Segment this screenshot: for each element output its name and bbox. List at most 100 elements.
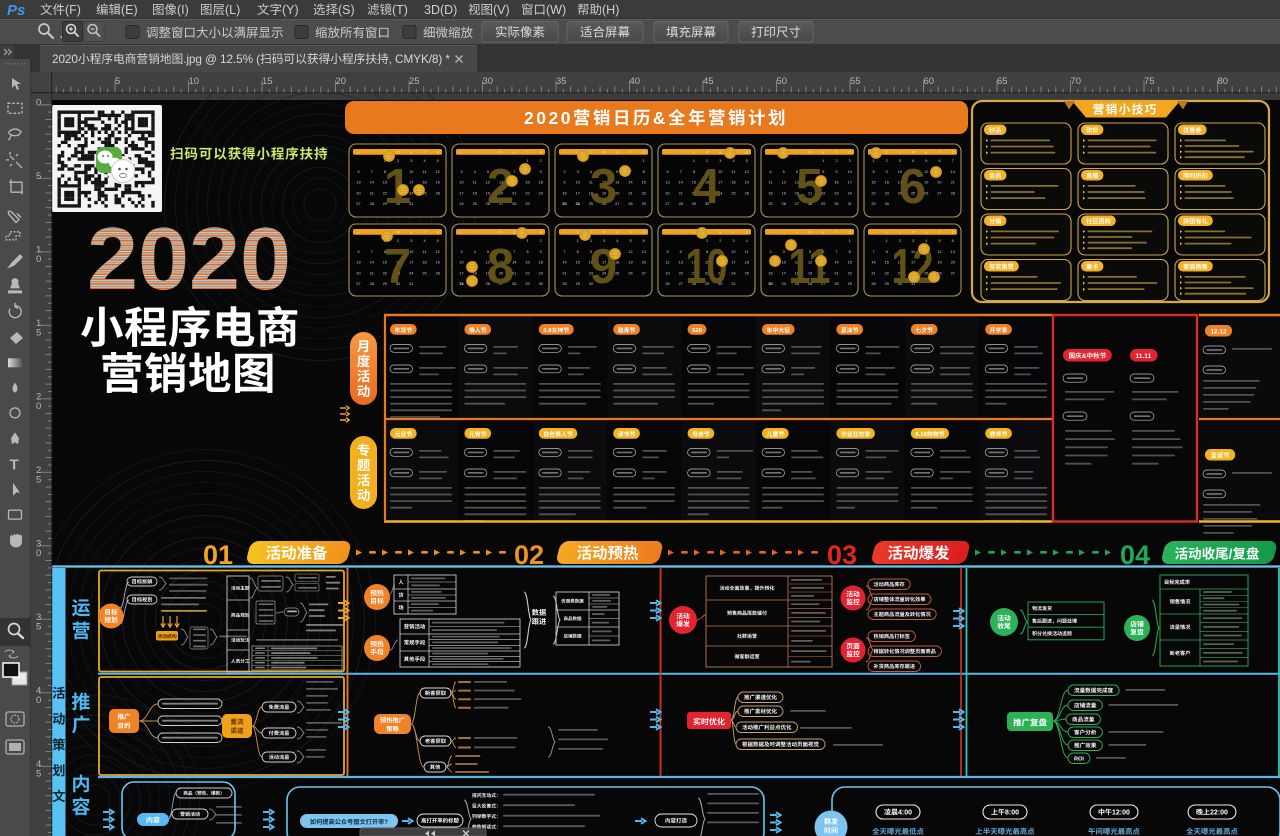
svg-text:5: 5: [796, 160, 823, 214]
svg-text:9: 9: [590, 240, 617, 294]
svg-text:3: 3: [783, 250, 785, 254]
svg-text:9: 9: [886, 170, 888, 174]
svg-text:22: 22: [576, 271, 580, 275]
svg-text:3: 3: [460, 250, 462, 254]
svg-text:26: 26: [665, 282, 669, 286]
svg-text:21: 21: [679, 191, 683, 195]
svg-text:11: 11: [473, 181, 477, 185]
svg-text:18: 18: [422, 261, 426, 265]
svg-text:(V): (V): [493, 3, 510, 17]
svg-text:19: 19: [745, 181, 749, 185]
svg-text:2020: 2020: [524, 108, 573, 128]
svg-text:25: 25: [409, 76, 420, 87]
svg-text:17: 17: [848, 181, 852, 185]
svg-text:2: 2: [540, 159, 542, 163]
svg-text:19: 19: [782, 191, 786, 195]
svg-text:27: 27: [937, 191, 941, 195]
svg-text:30: 30: [768, 282, 772, 286]
svg-text:29: 29: [576, 282, 580, 286]
svg-text:(W): (W): [546, 3, 566, 17]
svg-text:30: 30: [539, 282, 543, 286]
svg-text:/: /: [1229, 547, 1233, 562]
svg-text:22: 22: [848, 271, 852, 275]
svg-text:45: 45: [703, 76, 714, 87]
svg-text:40: 40: [630, 76, 641, 87]
svg-text:(T): (T): [392, 3, 408, 17]
svg-text:14: 14: [628, 181, 632, 185]
svg-text:16: 16: [562, 191, 566, 195]
svg-text:18: 18: [768, 191, 772, 195]
svg-text:(L): (L): [225, 3, 240, 17]
svg-text:21: 21: [834, 271, 838, 275]
svg-text:6: 6: [643, 239, 645, 243]
svg-text:5: 5: [36, 475, 41, 486]
svg-text:20: 20: [356, 191, 360, 195]
svg-text:28: 28: [834, 282, 838, 286]
svg-text:5: 5: [36, 328, 41, 339]
svg-text:10: 10: [782, 261, 786, 265]
svg-text:19: 19: [628, 261, 632, 265]
svg-text:2: 2: [835, 159, 837, 163]
svg-text:22: 22: [642, 191, 646, 195]
svg-text:26: 26: [628, 271, 632, 275]
svg-text:9: 9: [835, 170, 837, 174]
svg-text:12: 12: [745, 170, 749, 174]
svg-text:5: 5: [629, 239, 631, 243]
svg-text:29: 29: [885, 282, 889, 286]
svg-text:11: 11: [423, 170, 427, 174]
svg-text:12: 12: [937, 250, 941, 254]
svg-text:1: 1: [643, 159, 645, 163]
svg-text:22: 22: [871, 191, 875, 195]
svg-text:15: 15: [262, 76, 273, 87]
svg-text:20: 20: [951, 261, 955, 265]
svg-text:29: 29: [848, 282, 852, 286]
svg-text:6: 6: [952, 239, 954, 243]
svg-text:(Y): (Y): [282, 3, 299, 17]
svg-text:10: 10: [459, 261, 463, 265]
svg-text:24: 24: [459, 202, 463, 206]
svg-text:4: 4: [693, 160, 720, 214]
svg-text:4: 4: [746, 239, 748, 243]
svg-text:26: 26: [436, 191, 440, 195]
svg-text:18: 18: [731, 181, 735, 185]
svg-text:27: 27: [665, 202, 669, 206]
svg-text:2: 2: [487, 160, 514, 214]
svg-text:26: 26: [782, 202, 786, 206]
svg-text:9: 9: [563, 181, 565, 185]
svg-text:11.11: 11.11: [1136, 353, 1152, 360]
svg-text:13: 13: [642, 250, 646, 254]
svg-text:7: 7: [371, 170, 373, 174]
svg-text:20: 20: [336, 76, 347, 87]
svg-text:15: 15: [848, 261, 852, 265]
svg-text:70: 70: [1071, 76, 1082, 87]
svg-text:3: 3: [590, 160, 617, 214]
svg-text:80: 80: [1218, 76, 1229, 87]
svg-text:23: 23: [539, 191, 543, 195]
svg-text:5: 5: [36, 769, 41, 780]
svg-text:20: 20: [356, 271, 360, 275]
svg-text:10: 10: [576, 181, 580, 185]
svg-text:16: 16: [539, 261, 543, 265]
svg-text:10: 10: [189, 76, 200, 87]
svg-text:24: 24: [848, 191, 852, 195]
svg-text:7: 7: [563, 250, 565, 254]
svg-text:25: 25: [745, 271, 749, 275]
svg-text:14: 14: [951, 170, 955, 174]
svg-text:9: 9: [540, 250, 542, 254]
svg-text:4: 4: [474, 250, 476, 254]
svg-text:28: 28: [951, 191, 955, 195]
svg-text:0: 0: [36, 695, 41, 706]
svg-text:6: 6: [357, 250, 359, 254]
svg-text:2: 2: [769, 250, 771, 254]
svg-text:27: 27: [356, 202, 360, 206]
svg-text:5: 5: [746, 159, 748, 163]
svg-text:27: 27: [951, 271, 955, 275]
svg-text:30: 30: [885, 202, 889, 206]
svg-text:15: 15: [885, 261, 889, 265]
svg-text:17: 17: [731, 261, 735, 265]
svg-text:15: 15: [642, 181, 646, 185]
svg-text:1: 1: [872, 159, 874, 163]
svg-text:75: 75: [1144, 76, 1155, 87]
svg-text:T: T: [10, 457, 19, 474]
svg-text:14: 14: [834, 261, 838, 265]
